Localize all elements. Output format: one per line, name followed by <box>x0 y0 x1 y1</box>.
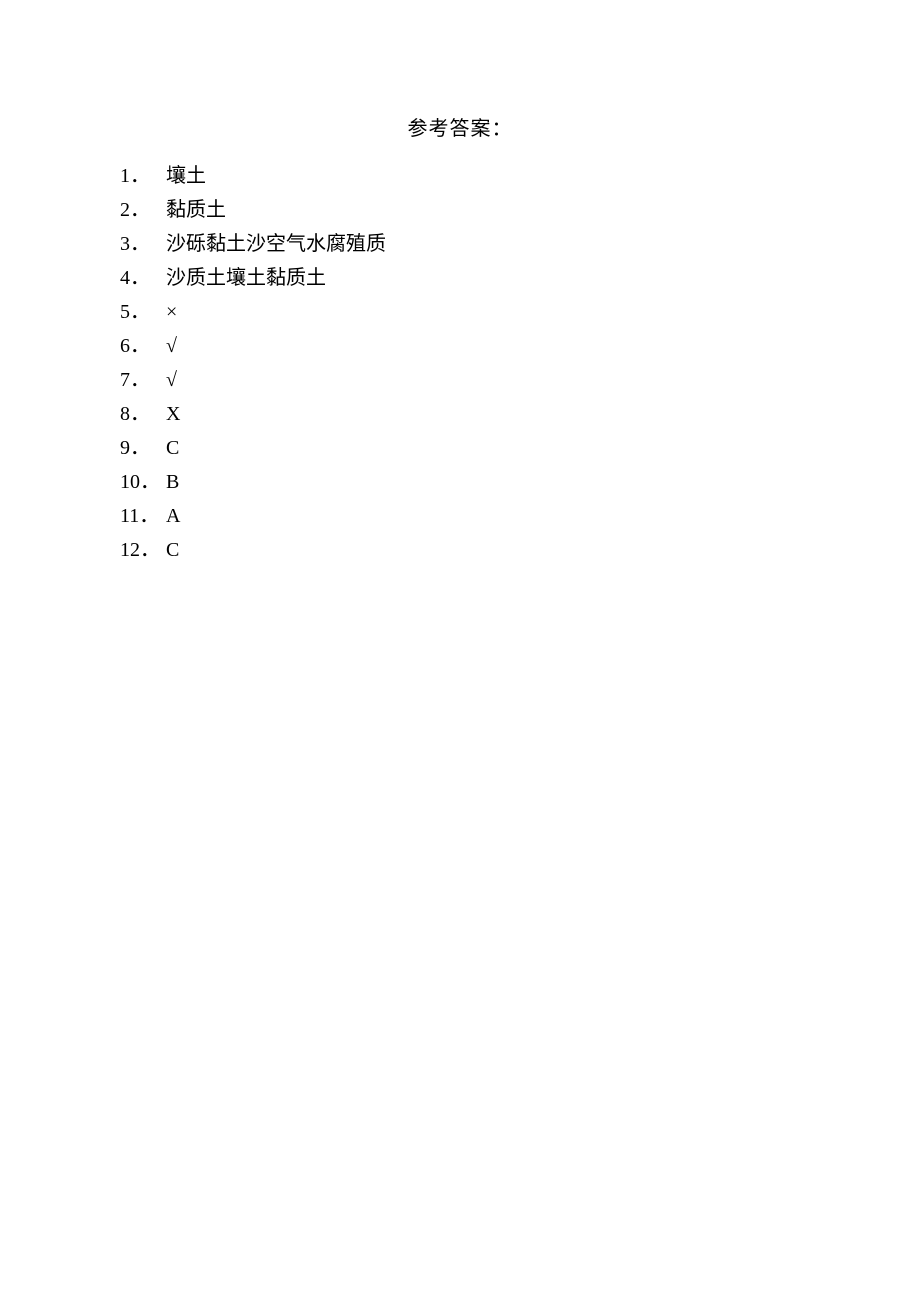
answer-text: 沙砾黏土沙空气水腐殖质 <box>164 227 386 261</box>
list-item: 2． 黏质土 <box>120 193 800 227</box>
list-item: 10． B <box>120 465 800 499</box>
list-item: 11． A <box>120 499 800 533</box>
list-item: 7． √ <box>120 363 800 397</box>
page-title: 参考答案： <box>120 112 800 141</box>
list-item: 4． 沙质土壤土黏质土 <box>120 261 800 295</box>
answer-number: 12． <box>120 533 164 567</box>
answer-number: 4． <box>120 261 164 295</box>
answer-number: 3． <box>120 227 164 261</box>
answer-text: B <box>164 465 179 499</box>
answer-number: 7． <box>120 363 164 397</box>
list-item: 9． C <box>120 431 800 465</box>
list-item: 1． 壤土 <box>120 159 800 193</box>
answer-text: √ <box>164 329 177 363</box>
answer-number: 8． <box>120 397 164 431</box>
answer-number: 5． <box>120 295 164 329</box>
answer-text: × <box>164 295 177 329</box>
list-item: 8． X <box>120 397 800 431</box>
answer-number: 9． <box>120 431 164 465</box>
answer-text: A <box>164 499 180 533</box>
answer-number: 2． <box>120 193 164 227</box>
answer-text: 沙质土壤土黏质土 <box>164 261 326 295</box>
list-item: 5． × <box>120 295 800 329</box>
answer-number: 10． <box>120 465 164 499</box>
answer-number: 1． <box>120 159 164 193</box>
answer-list: 1． 壤土 2． 黏质土 3． 沙砾黏土沙空气水腐殖质 4． 沙质土壤土黏质土 … <box>120 159 800 567</box>
answer-text: √ <box>164 363 177 397</box>
answer-text: 黏质土 <box>164 193 226 227</box>
list-item: 6． √ <box>120 329 800 363</box>
answer-number: 6． <box>120 329 164 363</box>
list-item: 12． C <box>120 533 800 567</box>
list-item: 3． 沙砾黏土沙空气水腐殖质 <box>120 227 800 261</box>
answer-text: C <box>164 533 179 567</box>
answer-text: X <box>164 397 180 431</box>
answer-text: 壤土 <box>164 159 206 193</box>
answer-number: 11． <box>120 499 164 533</box>
answer-text: C <box>164 431 179 465</box>
